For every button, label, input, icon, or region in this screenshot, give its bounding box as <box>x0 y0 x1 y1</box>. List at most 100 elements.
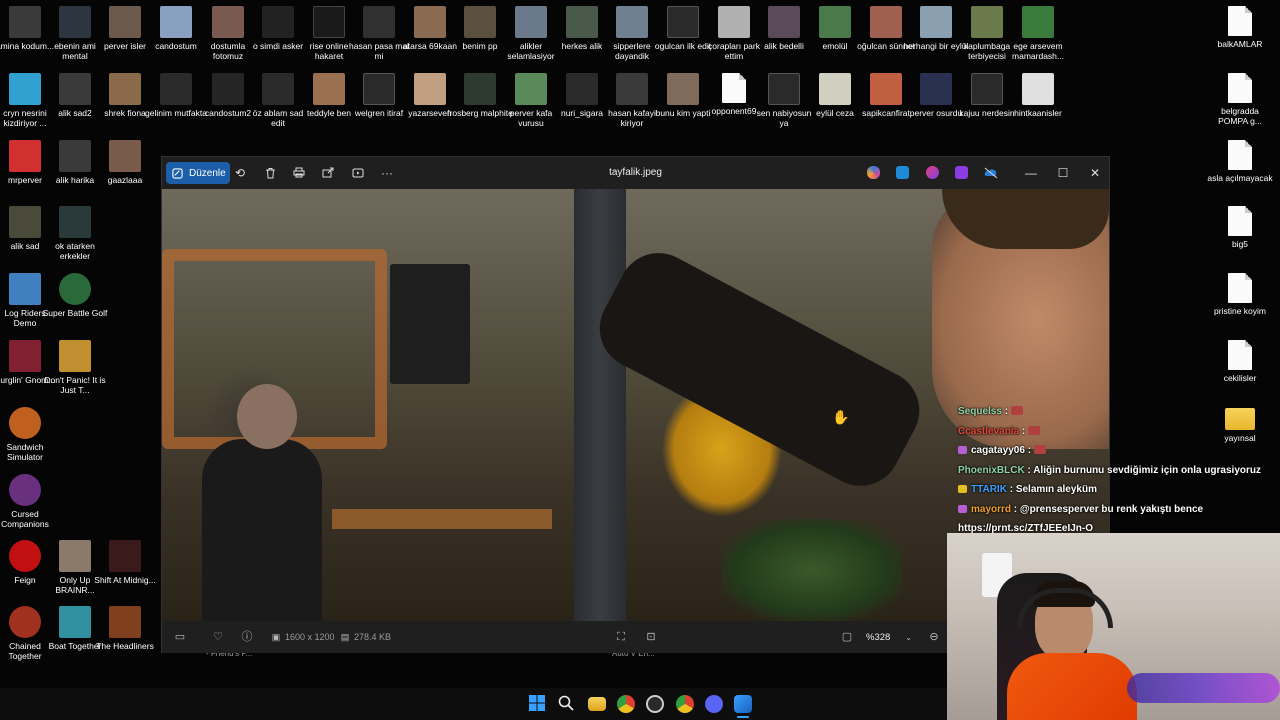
copilot-icon[interactable] <box>867 166 880 179</box>
emote-icon <box>1028 425 1041 435</box>
clipchamp-icon[interactable] <box>955 166 968 179</box>
actual-size-icon[interactable]: ⊡ <box>643 629 659 645</box>
zoom-dropdown[interactable]: %328 ⌄ <box>860 627 918 647</box>
photo-pillar <box>574 189 626 621</box>
image-thumbnail-icon <box>1022 73 1054 105</box>
chat-separator: : <box>1001 406 1011 417</box>
active-app-indicator <box>737 716 749 718</box>
chat-username: Ccastlevania <box>958 425 1020 437</box>
desktop-icon[interactable]: asla açılmayacak <box>1207 140 1273 183</box>
title-bar[interactable]: Düzenle ⟲ ··· tayfalik.jpeg — ☐ ✕ <box>162 157 1109 189</box>
file-size: 278.4 KB <box>354 632 392 642</box>
desktop-icon[interactable]: belgradda POMPA g... <box>1207 73 1273 126</box>
video-thumbnail-icon <box>59 206 91 238</box>
game-icon <box>9 540 41 572</box>
chrome-icon[interactable] <box>617 695 635 713</box>
chat-message: Ccastlevania : <box>958 422 1278 442</box>
game-icon <box>59 273 91 305</box>
game-icon <box>109 606 141 638</box>
desktop-icon[interactable]: gaazlaaa <box>92 140 158 185</box>
filmstrip-icon[interactable]: ▭ <box>172 629 188 645</box>
photo-speaker <box>390 264 470 384</box>
game-icon <box>9 340 41 372</box>
chat-username: mayorrd <box>971 503 1012 515</box>
cloud-sync-icon[interactable] <box>984 166 998 179</box>
image-thumbnail-icon <box>1022 6 1054 38</box>
desktop-icon[interactable]: Super Battle Golf <box>42 273 108 318</box>
game-icon <box>9 606 41 638</box>
desktop-icon[interactable]: hintkaanisler <box>1005 73 1071 118</box>
desktop-icon-label: asla açılmayacak <box>1207 173 1273 183</box>
desktop-icon[interactable]: cekilisler <box>1207 340 1273 383</box>
chat-separator: : <box>1011 503 1020 515</box>
search-icon[interactable] <box>558 695 576 713</box>
photo-plants <box>722 519 902 621</box>
video-thumbnail-icon <box>160 73 192 105</box>
image-thumbnail-icon <box>59 140 91 172</box>
desktop-icon[interactable]: The Headliners <box>92 606 158 651</box>
info-icon[interactable]: ⓘ <box>239 629 255 645</box>
discord-icon[interactable] <box>705 695 723 713</box>
file-explorer-icon[interactable] <box>588 697 606 711</box>
game-icon <box>9 273 41 305</box>
desktop-icon-label: Super Battle Golf <box>42 308 108 318</box>
game-icon <box>9 407 41 439</box>
obs-icon[interactable] <box>646 695 664 713</box>
desktop-icon[interactable]: Sandwich Simulator <box>0 407 58 462</box>
chrome-icon[interactable] <box>676 695 694 713</box>
chat-message: Sequelss : <box>958 402 1278 422</box>
chat-text: @prensesperver bu renk yakıştı bence <box>1019 503 1204 515</box>
chat-message: cagatayy06 : <box>958 441 1278 461</box>
video-thumbnail-icon <box>566 73 598 105</box>
favorite-heart-icon[interactable]: ♡ <box>210 629 226 645</box>
chat-separator: : <box>1006 484 1016 495</box>
chat-badge-icon <box>958 504 967 513</box>
image-thumbnail-icon <box>313 73 345 105</box>
chat-username: TTARIK <box>971 484 1007 495</box>
photos-app-icon[interactable] <box>734 695 752 713</box>
chat-separator: : <box>1019 425 1029 437</box>
video-thumbnail-icon <box>212 73 244 105</box>
maximize-icon[interactable]: ☐ <box>1053 163 1073 183</box>
document-icon <box>1228 273 1252 303</box>
desktop-icon[interactable]: big5 <box>1207 206 1273 249</box>
desktop-icon[interactable]: ok atarken erkekler <box>42 206 108 261</box>
resolution-icon: ▣ <box>271 632 281 642</box>
close-icon[interactable]: ✕ <box>1085 163 1105 183</box>
desktop-icon[interactable]: ege arsevem mamardash... <box>1005 6 1071 61</box>
desktop-icon[interactable]: Don't Panic! It is Just T... <box>42 340 108 395</box>
image-thumbnail-icon <box>9 140 41 172</box>
desktop-icon[interactable]: Cursed Companions <box>0 474 58 529</box>
document-icon <box>1228 206 1252 236</box>
fullscreen-icon[interactable]: ▢ <box>839 629 855 645</box>
image-thumbnail-icon <box>109 6 141 38</box>
paint-icon[interactable] <box>926 166 939 179</box>
image-thumbnail-icon <box>414 6 446 38</box>
image-thumbnail-icon <box>515 6 547 38</box>
desktop-icon[interactable]: Shift At Midnig... <box>92 540 158 585</box>
image-thumbnail-icon <box>819 6 851 38</box>
photo-table <box>332 509 552 529</box>
document-icon <box>1228 140 1252 170</box>
windows-start-icon[interactable] <box>529 695 547 713</box>
desktop-icon[interactable]: pristine koyim <box>1207 273 1273 316</box>
game-icon <box>9 474 41 506</box>
image-thumbnail-icon <box>9 73 41 105</box>
designer-icon[interactable] <box>896 166 909 179</box>
desktop-icon-label: Cursed Companions <box>1 509 49 529</box>
zoom-value: %328 <box>866 631 891 643</box>
desktop-icon-label: cekilisler <box>1223 373 1257 383</box>
desktop-icon-label: Shift At Midnig... <box>94 575 156 585</box>
video-thumbnail-icon <box>667 6 699 38</box>
chat-message: PhoenixBLCK : Aliğin burnunu sevdiğimiz … <box>958 461 1278 481</box>
minimize-icon[interactable]: — <box>1021 163 1041 183</box>
zoom-out-icon[interactable]: ⊖ <box>926 629 942 645</box>
emote-icon <box>1033 445 1046 454</box>
fit-to-window-icon[interactable]: ⛶ <box>613 629 629 645</box>
video-thumbnail-icon <box>313 6 345 38</box>
photo-person-head <box>237 384 297 449</box>
desktop-icon-label: hintkaanisler <box>1014 108 1062 118</box>
chat-text: Aliğin burnunu sevdiğimiz için onla ugra… <box>1033 464 1261 476</box>
image-thumbnail-icon <box>566 6 598 38</box>
desktop-icon[interactable]: balkAMLAR <box>1207 6 1273 49</box>
